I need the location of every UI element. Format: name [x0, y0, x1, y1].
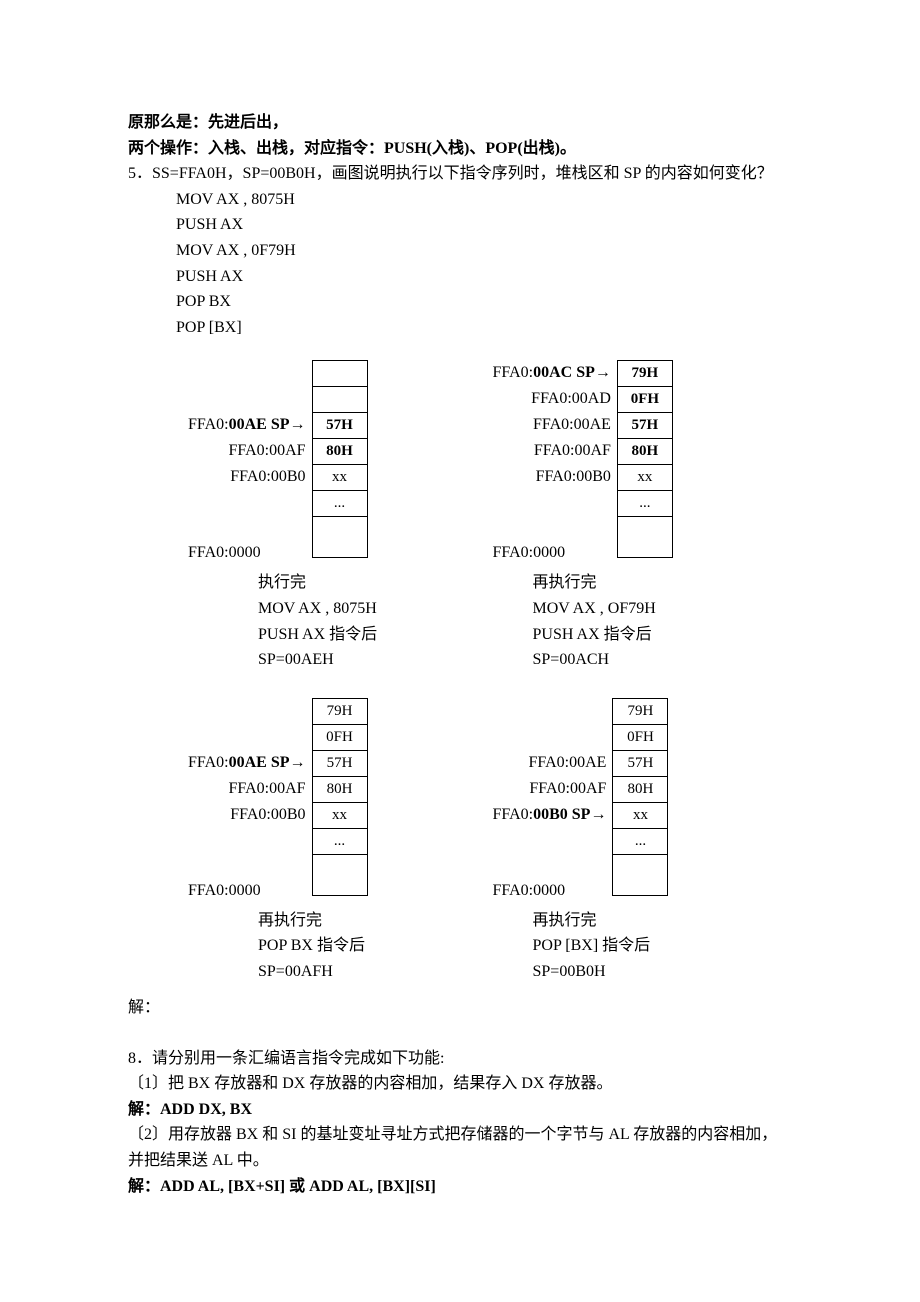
addr: FFA0:0000 — [493, 878, 607, 904]
addr-sp: 00AE SP→ — [229, 754, 306, 771]
addr-sp: 00B0 SP→ — [533, 806, 606, 823]
diagram-4: FFA0:00AE FFA0:00AF FFA0:00B0 SP→ FFA0:0… — [488, 698, 793, 985]
code-line: PUSH AX — [176, 264, 792, 290]
diagram-2: FFA0:00AC SP→ FFA0:00AD FFA0:00AE FFA0:0… — [488, 360, 793, 672]
cell: 57H — [313, 751, 367, 777]
cell: ... — [613, 829, 667, 855]
principle-line: 原那么是：先进后出， — [128, 110, 792, 136]
cell: 57H — [618, 413, 672, 439]
addr: FFA0: — [493, 364, 534, 381]
page-root: 原那么是：先进后出， 两个操作：入栈、出栈，对应指令：PUSH(入栈)、POP(… — [0, 0, 920, 1279]
cell: ... — [313, 491, 367, 517]
cell: xx — [313, 465, 367, 491]
code-line: PUSH AX — [176, 212, 792, 238]
code-line: POP [BX] — [176, 315, 792, 341]
cell: 80H — [313, 777, 367, 803]
caption: 再执行完 POP [BX] 指令后 SP=00B0H — [533, 908, 793, 985]
answer-8-1: 解：ADD DX, BX — [128, 1097, 792, 1123]
addr: FFA0:00AE — [493, 412, 611, 438]
cell: ... — [618, 491, 672, 517]
addr: FFA0: — [188, 416, 229, 433]
caption: 再执行完 POP BX 指令后 SP=00AFH — [258, 908, 488, 985]
cell: 80H — [618, 439, 672, 465]
stack-box: 57H 80H xx ... — [312, 360, 368, 558]
addr: FFA0:0000 — [188, 540, 306, 566]
addr: FFA0:00AF — [493, 776, 607, 802]
addr: FFA0:0000 — [188, 878, 306, 904]
cell: 57H — [613, 751, 667, 777]
question-8-1: 〔1〕把 BX 存放器和 DX 存放器的内容相加，结果存入 DX 存放器。 — [128, 1071, 792, 1097]
stack-box: 79H 0FH 57H 80H xx ... — [312, 698, 368, 896]
addr: FFA0:00B0 — [188, 802, 306, 828]
stack-box: 79H 0FH 57H 80H xx ... — [612, 698, 668, 896]
code-line: MOV AX , 0F79H — [176, 238, 792, 264]
cell: 0FH — [313, 725, 367, 751]
addr: FFA0:00B0 — [188, 464, 306, 490]
code-line: MOV AX , 8075H — [176, 187, 792, 213]
addr: FFA0:00AF — [188, 438, 306, 464]
code-block: MOV AX , 8075H PUSH AX MOV AX , 0F79H PU… — [176, 187, 792, 341]
cell: 57H — [313, 413, 367, 439]
answer-label: 解： — [128, 995, 792, 1021]
cell: ... — [313, 829, 367, 855]
cell: 79H — [618, 361, 672, 387]
addr-sp: 00AE SP→ — [229, 416, 306, 433]
question-8-2a: 〔2〕用存放器 BX 和 SI 的基址变址寻址方式把存储器的一个字节与 AL 存… — [128, 1122, 792, 1148]
addr: FFA0:00AD — [493, 386, 611, 412]
addr: FFA0:0000 — [493, 540, 611, 566]
answer-8-2: 解：ADD AL, [BX+SI] 或 ADD AL, [BX][SI] — [128, 1174, 792, 1200]
stack-box: 79H 0FH 57H 80H xx ... — [617, 360, 673, 558]
cell: xx — [313, 803, 367, 829]
cell: 80H — [313, 439, 367, 465]
cell: 80H — [613, 777, 667, 803]
caption: 执行完 MOV AX , 8075H PUSH AX 指令后 SP=00AEH — [258, 570, 488, 672]
question-8: 8．请分别用一条汇编语言指令完成如下功能: — [128, 1046, 792, 1072]
diagrams-row-1: FFA0:00AE SP→ FFA0:00AF FFA0:00B0 FFA0:0… — [128, 360, 792, 672]
addr: FFA0:00AF — [493, 438, 611, 464]
diagram-3: FFA0:00AE SP→ FFA0:00AF FFA0:00B0 FFA0:0… — [128, 698, 488, 985]
cell: xx — [618, 465, 672, 491]
caption: 再执行完 MOV AX , OF79H PUSH AX 指令后 SP=00ACH — [533, 570, 793, 672]
cell: xx — [613, 803, 667, 829]
cell: 79H — [613, 699, 667, 725]
addr: FFA0: — [493, 806, 534, 823]
cell: 79H — [313, 699, 367, 725]
question-5: 5．SS=FFA0H，SP=00B0H，画图说明执行以下指令序列时，堆栈区和 S… — [128, 161, 792, 187]
addr: FFA0: — [188, 754, 229, 771]
addr: FFA0:00AE — [493, 750, 607, 776]
cell: 0FH — [613, 725, 667, 751]
cell: 0FH — [618, 387, 672, 413]
diagram-1: FFA0:00AE SP→ FFA0:00AF FFA0:00B0 FFA0:0… — [128, 360, 488, 672]
addr: FFA0:00AF — [188, 776, 306, 802]
operations-line: 两个操作：入栈、出栈，对应指令：PUSH(入栈)、POP(出栈)。 — [128, 136, 792, 162]
diagrams-row-2: FFA0:00AE SP→ FFA0:00AF FFA0:00B0 FFA0:0… — [128, 698, 792, 985]
addr-sp: 00AC SP→ — [533, 364, 611, 381]
code-line: POP BX — [176, 289, 792, 315]
addr: FFA0:00B0 — [493, 464, 611, 490]
question-8-2b: 并把结果送 AL 中。 — [128, 1148, 792, 1174]
